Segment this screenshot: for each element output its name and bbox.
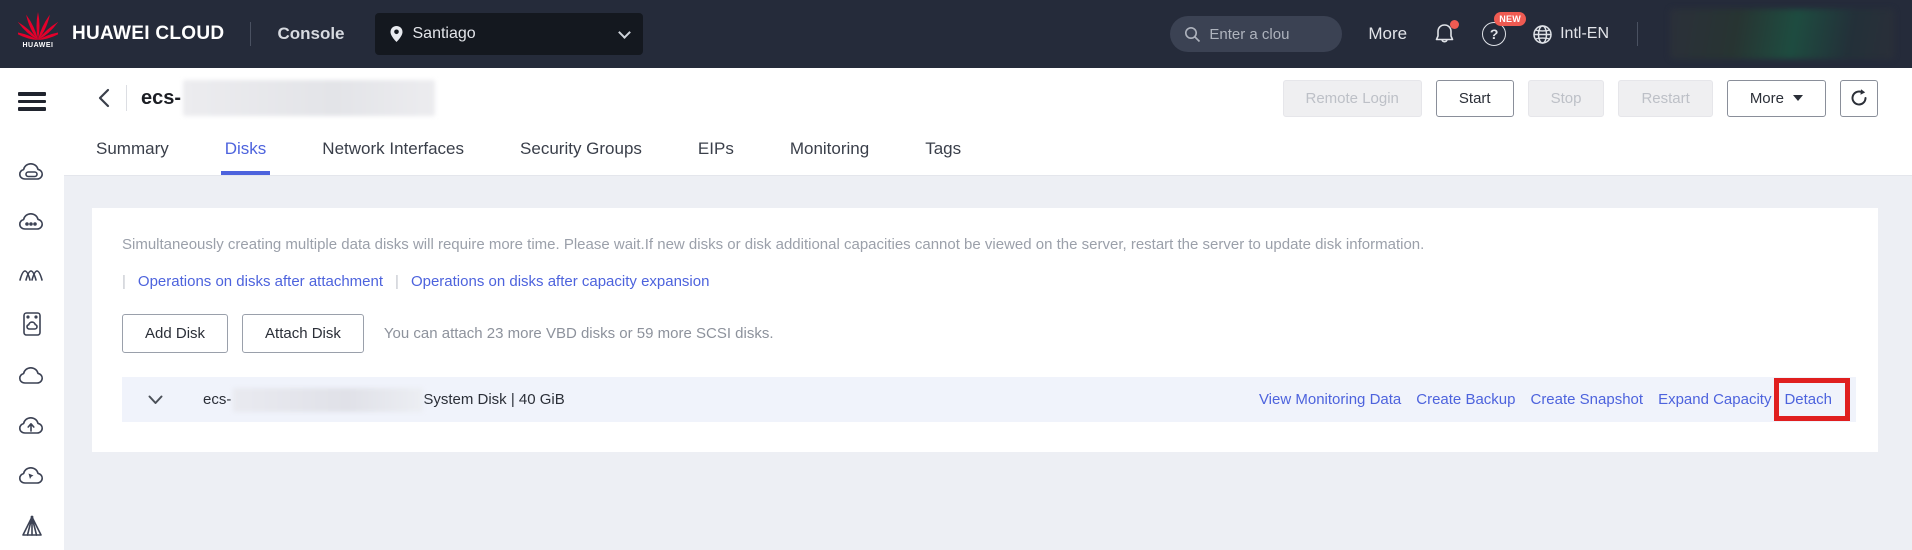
refresh-button[interactable] [1840, 80, 1878, 117]
system-disk-row[interactable]: ecs- System Disk | 40 GiB View Monitorin… [122, 377, 1856, 422]
sidebar-item-image-service[interactable] [17, 310, 47, 338]
title-divider [126, 85, 127, 111]
detail-tabs: Summary Disks Network Interfaces Securit… [64, 120, 1912, 176]
create-snapshot-link[interactable]: Create Snapshot [1530, 391, 1643, 408]
more-actions-button[interactable]: More [1727, 80, 1826, 117]
tab-security-groups[interactable]: Security Groups [516, 139, 646, 175]
brand-title: HUAWEI CLOUD [72, 23, 224, 45]
notification-dot [1450, 20, 1459, 29]
search-icon [1184, 26, 1201, 43]
cloud-pointer-icon [18, 464, 46, 488]
disks-panel: Simultaneously creating multiple data di… [92, 208, 1878, 452]
view-monitoring-data-link[interactable]: View Monitoring Data [1259, 391, 1401, 408]
workspace: Simultaneously creating multiple data di… [64, 176, 1912, 550]
sidebar-item-ecs[interactable] [17, 160, 47, 184]
detach-link[interactable]: Detach [1784, 391, 1832, 408]
language-label: Intl-EN [1560, 25, 1609, 43]
tab-summary[interactable]: Summary [92, 139, 173, 175]
sidebar-item-upload[interactable] [17, 414, 47, 438]
redacted-server-name [183, 80, 435, 116]
start-button[interactable]: Start [1436, 80, 1514, 117]
globe-icon [1532, 24, 1553, 45]
service-sidebar [0, 68, 64, 550]
huawei-logo-icon: HUAWEI [16, 11, 60, 57]
sidebar-item-cloud-more[interactable] [17, 210, 47, 234]
notifications-button[interactable] [1433, 22, 1456, 46]
top-header: HUAWEI HUAWEI CLOUD Console Santiago Mor… [0, 0, 1912, 68]
sidebar-item-deploy[interactable] [17, 464, 47, 488]
sidebar-item-prism[interactable] [17, 514, 47, 540]
disk-notice-text: Simultaneously creating multiple data di… [122, 236, 1866, 253]
back-button[interactable] [90, 85, 116, 111]
chevron-down-icon [618, 26, 631, 39]
header-more-menu[interactable]: More [1368, 24, 1407, 44]
cloud-upload-icon [18, 414, 46, 438]
stop-button: Stop [1528, 80, 1605, 117]
refresh-icon [1849, 88, 1869, 108]
server-actions: Remote Login Start Stop Restart More [1283, 80, 1879, 117]
disk-detail: System Disk | 40 GiB [423, 391, 564, 408]
cloud-server-icon [18, 160, 46, 184]
sidebar-item-storage[interactable] [17, 364, 47, 388]
highlight-box: Detach [1774, 378, 1850, 421]
tab-eips[interactable]: EIPs [694, 139, 738, 175]
create-backup-link[interactable]: Create Backup [1416, 391, 1515, 408]
tab-disks[interactable]: Disks [221, 139, 271, 175]
link-operations-after-expansion[interactable]: Operations on disks after capacity expan… [411, 273, 710, 290]
cloud-icon [18, 364, 46, 388]
brand[interactable]: HUAWEI HUAWEI CLOUD [16, 11, 224, 57]
header-divider [1637, 22, 1638, 46]
disk-buttons-row: Add Disk Attach Disk You can attach 23 m… [122, 314, 1866, 353]
pipe-separator: | [395, 273, 399, 290]
location-pin-icon [389, 25, 404, 43]
hamburger-menu[interactable] [18, 92, 46, 111]
restart-button: Restart [1618, 80, 1712, 117]
console-link[interactable]: Console [277, 24, 344, 44]
help-button[interactable]: ? NEW [1482, 22, 1506, 46]
page-title: ecs- [141, 87, 181, 110]
disk-name-prefix: ecs- [203, 391, 231, 408]
remote-login-button: Remote Login [1283, 80, 1422, 117]
region-label: Santiago [413, 25, 611, 43]
attach-capacity-hint: You can attach 23 more VBD disks or 59 m… [384, 325, 774, 342]
header-search[interactable] [1170, 16, 1342, 52]
server-cloud-icon [20, 310, 44, 338]
disk-action-links: View Monitoring Data Create Backup Creat… [1259, 390, 1836, 409]
header-divider [250, 22, 251, 46]
help-links-row: | Operations on disks after attachment |… [122, 273, 1866, 290]
waves-icon [18, 260, 46, 284]
prism-icon [19, 514, 45, 540]
language-selector[interactable]: Intl-EN [1532, 24, 1609, 45]
attach-disk-button[interactable]: Attach Disk [242, 314, 364, 353]
tab-tags[interactable]: Tags [921, 139, 965, 175]
expand-chevron-icon[interactable] [148, 392, 163, 407]
pipe-separator: | [122, 273, 126, 290]
new-badge: NEW [1494, 12, 1526, 26]
add-disk-button[interactable]: Add Disk [122, 314, 228, 353]
expand-capacity-link[interactable]: Expand Capacity [1658, 391, 1771, 408]
more-actions-label: More [1750, 90, 1784, 107]
search-input[interactable] [1209, 26, 1327, 43]
redacted-account-info [1670, 9, 1894, 59]
cloud-dots-icon [18, 210, 46, 234]
link-operations-after-attachment[interactable]: Operations on disks after attachment [138, 273, 383, 290]
tab-network-interfaces[interactable]: Network Interfaces [318, 139, 468, 175]
caret-down-icon [1793, 95, 1803, 101]
page-titlebar: ecs- Remote Login Start Stop Restart Mor… [64, 68, 1912, 120]
huawei-logo-text: HUAWEI [23, 42, 54, 49]
tab-monitoring[interactable]: Monitoring [786, 139, 873, 175]
redacted-disk-name [233, 388, 423, 412]
sidebar-item-autoscaling[interactable] [17, 260, 47, 284]
region-selector[interactable]: Santiago [375, 13, 643, 55]
